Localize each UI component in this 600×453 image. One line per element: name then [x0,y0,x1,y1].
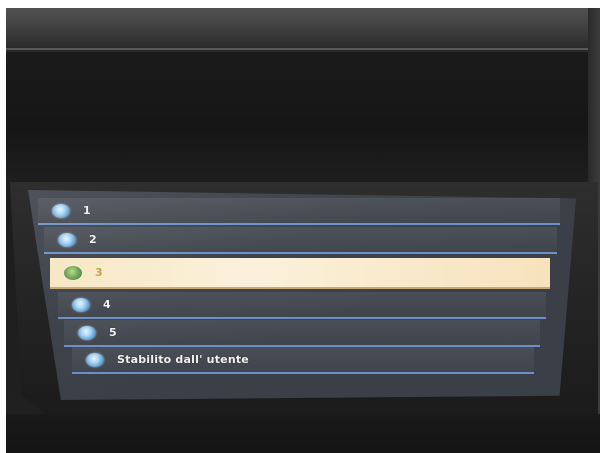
menu-item-3-selected[interactable]: 3 [50,258,550,289]
radio-bullet-icon [52,203,70,218]
radio-bullet-icon [72,297,90,312]
radio-bullet-icon [86,352,104,367]
device-top-lip [6,8,600,50]
menu-item-user-defined[interactable]: Stabilito dall' utente [72,347,534,374]
menu-item-label: 3 [95,266,103,279]
photo-stage: 1 2 3 4 5 Stabilito dall' utente [0,0,600,453]
menu-item-label: 2 [89,233,97,246]
menu-item-5[interactable]: 5 [64,320,540,347]
menu-item-4[interactable]: 4 [58,292,546,319]
device-bottom-strip [6,414,600,453]
radio-bullet-icon [58,232,76,247]
radio-bullet-icon [78,325,96,340]
settings-menu: 1 2 3 4 5 Stabilito dall' utente [28,190,576,400]
menu-item-label: 5 [109,326,117,339]
display-screen: 1 2 3 4 5 Stabilito dall' utente [28,190,576,400]
menu-item-1[interactable]: 1 [38,198,560,225]
menu-item-2[interactable]: 2 [44,227,557,254]
menu-item-label: Stabilito dall' utente [117,353,249,366]
menu-item-label: 1 [83,204,91,217]
radio-bullet-icon [64,265,82,280]
menu-item-label: 4 [103,298,111,311]
device-upper-panel [6,52,600,182]
